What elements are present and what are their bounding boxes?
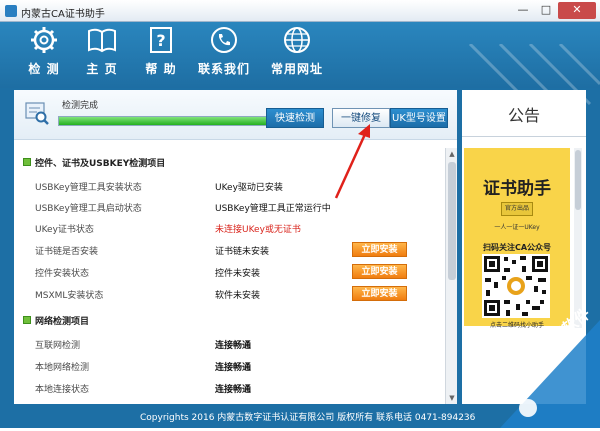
row-status: 连接畅通 [215, 385, 252, 395]
progress-bar [58, 116, 276, 126]
nav-home[interactable]: 主 页 [80, 24, 124, 86]
scroll-up-icon[interactable]: ▲ [446, 148, 458, 160]
row-status: 连接畅通 [215, 363, 252, 373]
annotation-arrow-icon [334, 124, 370, 199]
row-label: UKey证书状态 [35, 225, 94, 235]
row-label: 证书链是否安装 [35, 247, 99, 257]
minimize-button[interactable]: — [512, 2, 534, 19]
row-label: 互联网检测 [35, 341, 81, 351]
table-row: MSXML安装状态 软件未安装 立即安装 [14, 284, 444, 305]
copyright-text: Copyrights 2016 内蒙古数字证书认证有限公司 版权所有 联系电话 … [140, 413, 476, 423]
book-icon [88, 28, 116, 53]
install-cert-chain-button[interactable]: 立即安装 [352, 242, 407, 257]
row-label: 本地网络检测 [35, 363, 90, 373]
progress-panel: 检测完成 快速检测 一键修复 UK型号设置 [14, 90, 457, 140]
row-status: 控件未安装 [215, 269, 261, 279]
phone-icon [211, 27, 237, 53]
list-scrollbar[interactable]: ▲ ▼ [445, 148, 457, 404]
table-row: 本地网络检测 连接畅通 [14, 356, 444, 377]
install-control-button[interactable]: 立即安装 [352, 264, 407, 279]
row-label: 本地连接状态 [35, 385, 90, 395]
promo-wechat-text: 扫码关注CA公众号 [482, 243, 552, 252]
nav-links-label: 常用网址 [270, 62, 323, 76]
divider [462, 136, 586, 137]
nav-contact-label: 联系我们 [197, 62, 250, 76]
uk-model-settings-button[interactable]: UK型号设置 [390, 108, 448, 128]
row-label: 控件安装状态 [35, 269, 90, 279]
table-row: 互联网检测 连接畅通 [14, 334, 444, 355]
nav-links[interactable]: 常用网址 [266, 24, 328, 86]
nav-contact[interactable]: 联系我们 [193, 24, 255, 86]
section-title-network: 网络检测项目 [35, 317, 90, 327]
title-bar[interactable]: 内蒙古CA证书助手 — □ ✕ [0, 0, 600, 22]
app-window: 内蒙古CA证书助手 — □ ✕ 检 测 主 页 ? 帮 助 联系我们 常用网址 … [0, 0, 600, 428]
globe-icon [284, 27, 310, 53]
promo-title: 证书助手 [483, 179, 551, 199]
promo-badge: 官方出品 [501, 202, 533, 216]
announcement-title: 公告 [507, 106, 540, 125]
app-icon [5, 5, 17, 17]
table-row: UKey证书状态 未连接UKey或无证书 [14, 218, 444, 239]
gear-icon [31, 27, 57, 53]
top-nav: 检 测 主 页 ? 帮 助 联系我们 常用网址 [0, 22, 600, 106]
nav-help-label: 帮 助 [145, 62, 177, 76]
row-label: USBKey管理工具安装状态 [35, 183, 142, 193]
nav-detect-label: 检 测 [28, 62, 60, 76]
row-status: 软件未安装 [215, 291, 261, 301]
row-label: USBKey管理工具启动状态 [35, 204, 142, 214]
row-label: MSXML安装状态 [35, 291, 104, 301]
scrollbar-thumb[interactable] [448, 162, 456, 280]
row-status: 证书链未安装 [215, 247, 270, 257]
table-row: 本地连接状态 连接畅通 [14, 378, 444, 399]
install-msxml-button[interactable]: 立即安装 [352, 286, 407, 301]
magnifier-icon [25, 102, 49, 125]
nav-detect[interactable]: 检 测 [22, 24, 66, 86]
quick-detect-button[interactable]: 快速检测 [266, 108, 324, 128]
svg-text:?: ? [156, 31, 165, 50]
row-status-error: 未连接UKey或无证书 [215, 225, 301, 235]
help-icon: ? [150, 27, 172, 53]
row-status: 连接畅通 [215, 341, 252, 351]
close-button[interactable]: ✕ [558, 2, 596, 19]
scrollbar-thumb[interactable] [575, 150, 581, 210]
scroll-down-icon[interactable]: ▼ [446, 392, 458, 404]
watermark: 海绵软件 [500, 300, 600, 428]
nav-help[interactable]: ? 帮 助 [139, 24, 183, 86]
progress-label: 检测完成 [62, 101, 99, 111]
table-row: 证书链是否安装 证书链未安装 立即安装 [14, 240, 444, 261]
window-title: 内蒙古CA证书助手 [21, 9, 105, 20]
promo-subtitle: 一人一证一UKey [494, 224, 540, 231]
row-status: USBKey管理工具正常运行中 [215, 204, 331, 214]
nav-home-label: 主 页 [86, 62, 118, 76]
main-panel: 检测完成 快速检测 一键修复 UK型号设置 控件、证书及USBKEY检测项目 U… [14, 90, 457, 404]
row-status: UKey驱动已安装 [215, 183, 283, 193]
progress-fill [59, 117, 275, 125]
table-row: 控件安装状态 控件未安装 立即安装 [14, 262, 444, 283]
section-bullet-icon [23, 158, 31, 166]
section-bullet-icon [23, 316, 31, 324]
section-title-controls: 控件、证书及USBKEY检测项目 [35, 159, 166, 169]
maximize-button[interactable]: □ [535, 2, 557, 19]
